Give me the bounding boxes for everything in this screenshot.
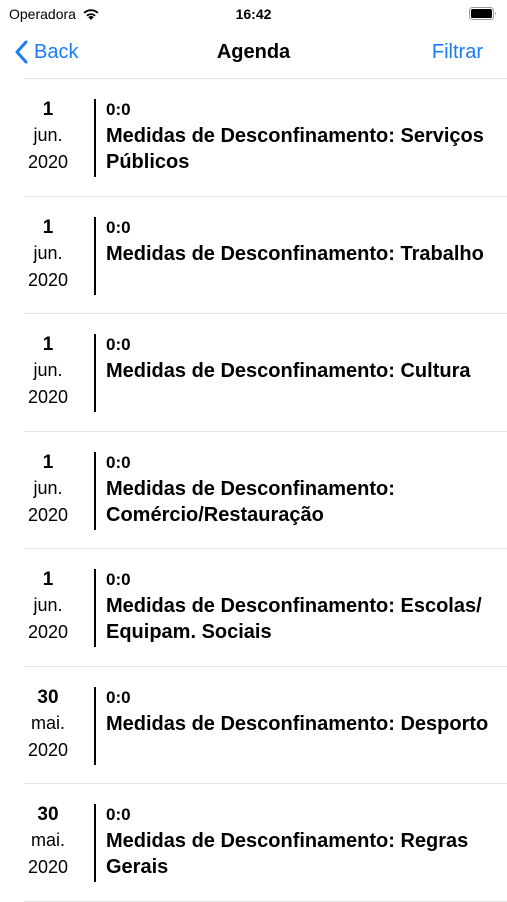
event-date-month: jun. [33,477,63,498]
event-date-day: 1 [42,216,54,238]
event-date-month: jun. [33,242,63,263]
event-date-month: jun. [33,125,63,145]
event-title: Medidas de Desconfinamento: Escolas/ Equ… [106,595,482,643]
row-divider-line [94,334,96,412]
event-date-year: 2020 [27,387,69,407]
status-time: 16:42 [235,6,272,22]
event-date-year: 2020 [27,857,69,877]
event-details: 0:0 Medidas de Desconfinamento: Trabalho [106,217,497,267]
event-date: 1 jun. 2020 [24,216,72,294]
event-date-year: 2020 [27,269,69,290]
event-time: 0:0 [106,687,131,707]
event-title: Medidas de Desconfinamento: Trabalho [106,242,484,265]
row-divider-line [94,216,96,295]
event-date-month: mai. [30,830,65,850]
event-time: 0:0 [106,100,131,119]
agenda-event-row[interactable]: 1 jun. 2020 0:0 Medidas de Desconfinamen… [24,314,507,432]
event-title: Medidas de Desconfinamento: Regras Gerai… [106,830,469,878]
event-date: 1 jun. 2020 [24,568,72,646]
event-date-day: 30 [37,686,59,708]
row-divider-line [94,569,96,647]
agenda-list: 1 jun. 2020 0:0 Medidas de Desconfinamen… [24,78,507,902]
event-date: 1 jun. 2020 [24,98,72,176]
event-details: 0:0 Medidas de Desconfinamento: Regras G… [106,804,497,880]
event-date: 1 jun. 2020 [24,333,72,411]
row-divider-line [94,99,96,177]
event-title: Medidas de Desconfinamento: Comércio/Res… [106,477,395,526]
event-details: 0:0 Medidas de Desconfinamento: Serviços… [106,99,497,175]
event-time: 0:0 [106,217,131,237]
event-date-month: mai. [30,712,65,733]
agenda-event-row[interactable]: 1 jun. 2020 0:0 Medidas de Desconfinamen… [24,549,507,667]
chevron-left-icon [15,40,28,64]
event-date-year: 2020 [27,622,69,642]
agenda-event-row[interactable]: 30 mai. 2020 0:0 Medidas de Desconfiname… [24,667,507,784]
row-divider-line [94,451,96,530]
event-time: 0:0 [106,452,131,472]
back-button-label: Back [34,40,79,63]
event-details: 0:0 Medidas de Desconfinamento: Escolas/… [106,569,497,645]
event-date: 30 mai. 2020 [24,686,72,764]
event-time: 0:0 [106,570,131,589]
event-date: 1 jun. 2020 [24,451,72,529]
event-date-year: 2020 [27,504,69,525]
event-time: 0:0 [106,805,131,824]
event-details: 0:0 Medidas de Desconfinamento: Comércio… [106,452,497,528]
agenda-event-row[interactable]: 1 jun. 2020 0:0 Medidas de Desconfinamen… [24,79,507,197]
back-button[interactable]: Back [14,40,78,64]
navigation-bar: Back Agenda Filtrar [0,28,507,78]
event-title: Medidas de Desconfinamento: Serviços Púb… [106,125,484,173]
agenda-event-row[interactable]: 1 jun. 2020 0:0 Medidas de Desconfinamen… [24,197,507,314]
event-date: 30 mai. 2020 [24,803,72,881]
agenda-event-row[interactable]: 30 mai. 2020 0:0 Medidas de Desconfiname… [24,784,507,902]
event-date-year: 2020 [27,152,69,172]
row-divider-line [94,804,96,882]
event-time: 0:0 [106,335,131,354]
event-title: Medidas de Desconfinamento: Desporto [106,712,489,735]
agenda-event-row[interactable]: 1 jun. 2020 0:0 Medidas de Desconfinamen… [24,432,507,549]
event-date-month: jun. [33,360,63,380]
event-date-day: 1 [42,99,54,120]
event-date-day: 1 [42,569,54,590]
event-title: Medidas de Desconfinamento: Cultura [106,360,471,382]
status-bar: Operadora 16:42 [0,0,507,28]
filter-button[interactable]: Filtrar [432,41,483,64]
event-date-day: 1 [42,334,54,355]
event-details: 0:0 Medidas de Desconfinamento: Desporto [106,687,497,737]
event-date-month: jun. [33,595,63,615]
event-date-year: 2020 [27,739,69,760]
battery-icon [469,7,496,20]
event-date-day: 30 [37,804,59,825]
event-date-day: 1 [42,451,54,473]
event-details: 0:0 Medidas de Desconfinamento: Cultura [106,334,497,384]
row-divider-line [94,686,96,765]
